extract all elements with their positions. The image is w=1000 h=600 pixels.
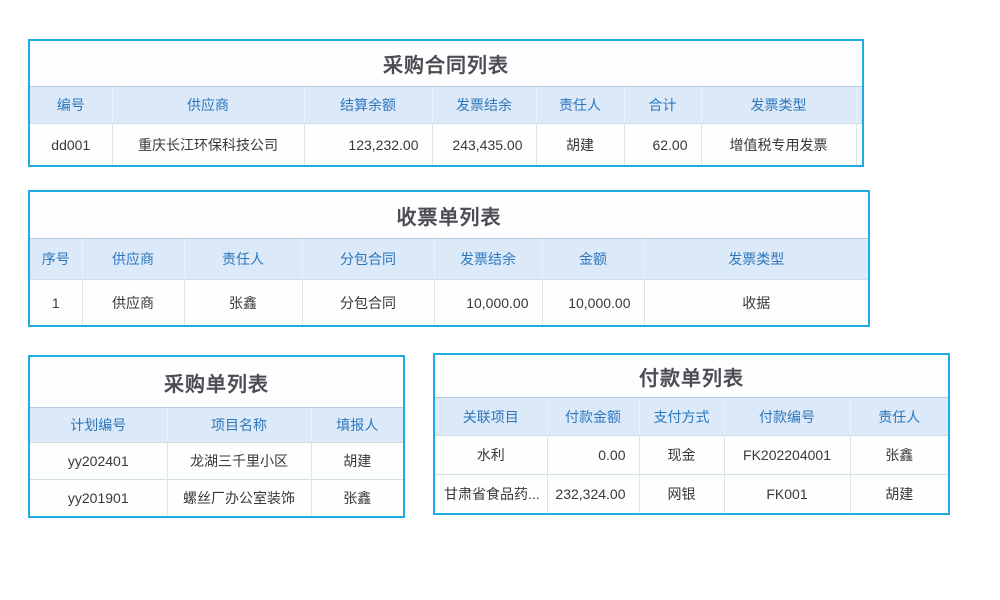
column-header-payment-code: 付款编号: [724, 398, 850, 436]
cell-responsible: 张鑫: [184, 280, 302, 326]
cell-plan-code: yy202401: [30, 443, 167, 480]
column-header-invoice-type: 发票类型: [701, 87, 856, 124]
cell-code: dd001: [30, 124, 112, 166]
payment-list-title: 付款单列表: [435, 355, 948, 397]
cell-supplier: 重庆长江环保科技公司: [112, 124, 304, 166]
cell-project-name: 螺丝厂办公室装饰: [167, 480, 311, 517]
cell-subcontract: 分包合同: [302, 280, 434, 326]
cell-payment-amount: 0.00: [547, 436, 639, 475]
column-header-code: 编号: [30, 87, 112, 124]
purchase-contract-list-title: 采购合同列表: [30, 41, 862, 86]
column-header-settlement-balance: 结算余额: [304, 87, 432, 124]
column-header-supplier: 供应商: [82, 239, 184, 280]
cell-payment-amount: 232,324.00: [547, 475, 639, 514]
table-row[interactable]: yy202401 龙湖三千里小区 胡建: [30, 443, 403, 480]
column-header-invoice-balance: 发票结余: [434, 239, 542, 280]
cell-payment-method: 网银: [639, 475, 724, 514]
column-header-invoice-type: 发票类型: [644, 239, 868, 280]
cell-total: 62.00: [624, 124, 701, 166]
cell-supplier: 供应商: [82, 280, 184, 326]
column-header-total: 合计: [624, 87, 701, 124]
cell-project-name: 龙湖三千里小区: [167, 443, 311, 480]
payment-table: 关联项目 付款金额 支付方式 付款编号 责任人 水利 0.00 现金 FK202…: [435, 397, 948, 513]
received-invoice-table: 序号 供应商 责任人 分包合同 发票结余 金额 发票类型 1 供应商 张鑫 分包…: [30, 238, 868, 325]
cell-seq: 1: [30, 280, 82, 326]
cell-filler: 胡建: [311, 443, 403, 480]
cell-related-project: 甘肃省食品药...: [435, 475, 547, 514]
column-header-responsible: 责任人: [850, 398, 948, 436]
cell-responsible: 胡建: [850, 475, 948, 514]
table-row[interactable]: dd001 重庆长江环保科技公司 123,232.00 243,435.00 胡…: [30, 124, 862, 166]
cell-plan-code: yy201901: [30, 480, 167, 517]
column-header-responsible: 责任人: [536, 87, 624, 124]
cell-payment-code: FK202204001: [724, 436, 850, 475]
cell-amount: 10,000.00: [542, 280, 644, 326]
scrollbar-spacer: [856, 87, 862, 124]
purchase-order-table: 计划编号 项目名称 填报人 yy202401 龙湖三千里小区 胡建 yy2019…: [30, 407, 403, 516]
column-header-responsible: 责任人: [184, 239, 302, 280]
payment-list-panel: 付款单列表 关联项目 付款金额 支付方式 付款编号 责任人 水利 0.00 现金…: [433, 353, 950, 515]
header-row: 关联项目 付款金额 支付方式 付款编号 责任人: [435, 398, 948, 436]
cell-invoice-balance: 243,435.00: [432, 124, 536, 166]
cell-filler: 张鑫: [311, 480, 403, 517]
column-header-project-name: 项目名称: [167, 408, 311, 443]
column-header-filler: 填报人: [311, 408, 403, 443]
cell-responsible: 胡建: [536, 124, 624, 166]
scrollbar-spacer: [856, 124, 862, 166]
purchase-order-list-panel: 采购单列表 计划编号 项目名称 填报人 yy202401 龙湖三千里小区 胡建 …: [28, 355, 405, 518]
column-header-payment-method: 支付方式: [639, 398, 724, 436]
table-row[interactable]: 甘肃省食品药... 232,324.00 网银 FK001 胡建: [435, 475, 948, 514]
header-row: 编号 供应商 结算余额 发票结余 责任人 合计 发票类型: [30, 87, 862, 124]
column-header-seq: 序号: [30, 239, 82, 280]
column-header-subcontract: 分包合同: [302, 239, 434, 280]
column-header-amount: 金额: [542, 239, 644, 280]
column-header-payment-amount: 付款金额: [547, 398, 639, 436]
column-header-supplier: 供应商: [112, 87, 304, 124]
column-header-invoice-balance: 发票结余: [432, 87, 536, 124]
cell-responsible: 张鑫: [850, 436, 948, 475]
column-header-plan-code: 计划编号: [30, 408, 167, 443]
cell-invoice-balance: 10,000.00: [434, 280, 542, 326]
table-row[interactable]: 1 供应商 张鑫 分包合同 10,000.00 10,000.00 收据: [30, 280, 868, 326]
received-invoice-list-title: 收票单列表: [30, 192, 868, 238]
table-row[interactable]: yy201901 螺丝厂办公室装饰 张鑫: [30, 480, 403, 517]
table-row[interactable]: 水利 0.00 现金 FK202204001 张鑫: [435, 436, 948, 475]
cell-related-project: 水利: [435, 436, 547, 475]
cell-invoice-type: 收据: [644, 280, 868, 326]
cell-settlement-balance: 123,232.00: [304, 124, 432, 166]
purchase-contract-table: 编号 供应商 结算余额 发票结余 责任人 合计 发票类型 dd001 重庆长江环…: [30, 86, 862, 165]
header-row: 计划编号 项目名称 填报人: [30, 408, 403, 443]
purchase-order-list-title: 采购单列表: [30, 357, 403, 407]
cell-payment-method: 现金: [639, 436, 724, 475]
received-invoice-list-panel: 收票单列表 序号 供应商 责任人 分包合同 发票结余 金额 发票类型 1 供应商…: [28, 190, 870, 327]
purchase-contract-list-panel: 采购合同列表 编号 供应商 结算余额 发票结余 责任人 合计 发票类型 dd00…: [28, 39, 864, 167]
cell-payment-code: FK001: [724, 475, 850, 514]
cell-invoice-type: 增值税专用发票: [701, 124, 856, 166]
column-header-related-project: 关联项目: [435, 398, 547, 436]
header-row: 序号 供应商 责任人 分包合同 发票结余 金额 发票类型: [30, 239, 868, 280]
